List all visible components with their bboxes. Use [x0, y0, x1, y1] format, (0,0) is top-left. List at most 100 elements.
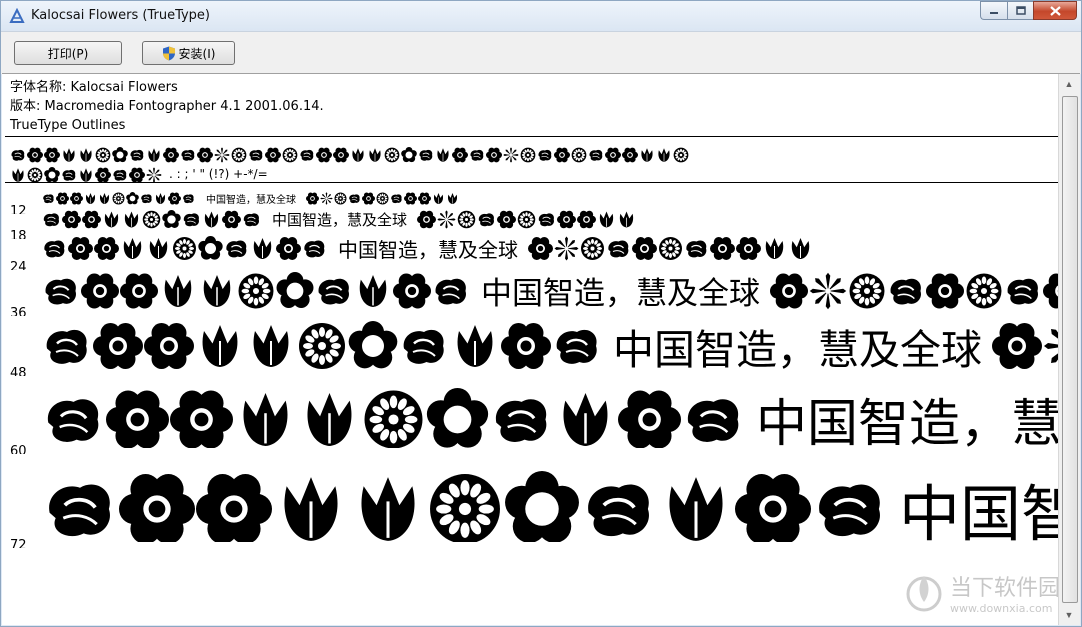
donut-flower-icon [162, 210, 181, 228]
tulip-icon [253, 238, 272, 259]
ring-flower-icon [82, 210, 101, 229]
star-flower-icon [809, 272, 847, 309]
scrollbar-thumb[interactable] [1062, 96, 1078, 603]
glyph-strip: 中国智造，慧及全球 [42, 268, 1058, 310]
font-viewer-window: Kalocsai Flowers (TrueType) 打印(P) 安装(I) [0, 0, 1082, 627]
rose-icon [588, 484, 649, 536]
tulip-icon [203, 274, 231, 307]
glyph-strip: 中国智造，慧及全球 [42, 316, 1058, 370]
rose-icon [391, 194, 402, 204]
sample-cjk-text: 中国智造，慧及全球 [272, 211, 408, 229]
daisy-icon [334, 192, 347, 205]
size-sample-row: 72 中国智造，慧及全球 [2, 464, 1058, 548]
print-button[interactable]: 打印(P) [14, 41, 122, 65]
ring-flower-icon [333, 147, 349, 162]
rose-icon [419, 149, 433, 161]
donut-flower-icon [198, 236, 223, 260]
rose-icon [608, 240, 629, 258]
size-label: 72 [10, 538, 27, 548]
ring-flower-icon [197, 147, 213, 162]
daisy-icon [520, 147, 536, 162]
ring-flower-icon [926, 273, 964, 308]
ring-flower-icon [577, 210, 597, 229]
daisy-icon [173, 237, 196, 260]
daisy-icon [27, 167, 43, 182]
ring-flower-icon [501, 323, 551, 369]
daisy-icon [673, 147, 689, 162]
charset-line-2: . : ; ' " (!?) +-*/= [10, 164, 1058, 184]
ring-flower-icon [404, 192, 417, 205]
ring-flower-icon [632, 237, 657, 260]
size-sample-row: 24 中国智造，慧及全球 [2, 234, 1058, 270]
ring-flower-icon [770, 273, 808, 308]
daisy-icon [112, 192, 125, 205]
ring-flower-icon [68, 237, 93, 260]
tulip-icon [253, 325, 289, 367]
sample-cjk-text: 中国智造，慧及全球 [899, 479, 1058, 542]
tulip-icon [563, 392, 608, 446]
daisy-icon [95, 147, 111, 162]
ring-flower-icon [710, 237, 735, 260]
rose-icon [495, 398, 547, 442]
sample-cjk-text: 中国智造，慧及全球 [756, 395, 1058, 448]
ring-flower-icon [44, 147, 60, 162]
tulip-icon [124, 211, 139, 228]
daisy-icon [966, 273, 1002, 308]
maximize-button[interactable] [1007, 1, 1033, 20]
ring-flower-icon [106, 390, 169, 448]
tulip-icon [12, 167, 24, 182]
rose-icon [49, 484, 110, 536]
rose-icon [403, 329, 444, 364]
font-name-line: 字体名称: Kalocsai Flowers [10, 80, 178, 95]
tulip-icon [123, 238, 142, 259]
donut-flower-icon [126, 192, 139, 205]
tulip-icon [155, 193, 166, 205]
minimize-button[interactable] [980, 1, 1007, 20]
daisy-icon [364, 390, 423, 448]
rose-icon [589, 149, 603, 161]
rose-icon [11, 149, 25, 161]
rose-icon [181, 149, 195, 161]
font-preview-area[interactable]: 字体名称: Kalocsai Flowers 版本: Macromedia Fo… [2, 73, 1080, 625]
close-icon [1049, 5, 1061, 16]
ring-flower-icon [81, 273, 119, 308]
rose-icon [304, 240, 325, 258]
scroll-up-button[interactable]: ▲ [1061, 76, 1077, 92]
install-button[interactable]: 安装(I) [142, 41, 235, 65]
rose-icon [62, 169, 76, 181]
ring-flower-icon [276, 237, 301, 260]
font-app-icon [9, 8, 25, 23]
tulip-icon [361, 476, 415, 541]
arrow-down-icon: ▼ [1064, 610, 1074, 620]
character-set: . : ; ' " (!?) +-*/= [10, 144, 1058, 184]
donut-flower-icon [348, 321, 398, 369]
watermark-brand: 当下软件园 [949, 576, 1060, 601]
tulip-icon [104, 211, 119, 228]
rose-icon [183, 194, 194, 204]
ring-flower-icon [163, 147, 179, 162]
scroll-down-button[interactable]: ▼ [1061, 607, 1077, 623]
daisy-icon [376, 192, 389, 205]
ring-flower-icon [56, 192, 69, 205]
watermark-url: www.downxia.com [949, 602, 1053, 615]
vertical-scrollbar[interactable]: ▲ ▼ [1058, 74, 1080, 625]
caption-buttons [980, 1, 1077, 21]
star-flower-icon [554, 236, 579, 261]
daisy-icon [659, 237, 682, 260]
daisy-icon [282, 147, 298, 162]
title-bar[interactable]: Kalocsai Flowers (TrueType) [1, 1, 1081, 31]
close-button[interactable] [1033, 1, 1077, 20]
glyph-strip: 中国智造，慧及全球 [42, 209, 1058, 233]
tulip-icon [599, 211, 614, 228]
sample-cjk-text: 中国智造，慧及全球 [206, 195, 296, 207]
font-outline-line: TrueType Outlines [10, 118, 126, 133]
rose-icon [890, 278, 921, 305]
size-sample-row: 60 中国智造，慧及全球 [2, 382, 1058, 454]
watermark-logo-icon [906, 575, 942, 611]
rose-icon [46, 329, 87, 364]
ring-flower-icon [222, 210, 241, 229]
star-flower-icon [146, 166, 162, 183]
rose-icon [183, 213, 199, 227]
tulip-icon [658, 147, 670, 162]
rose-icon [538, 213, 555, 227]
